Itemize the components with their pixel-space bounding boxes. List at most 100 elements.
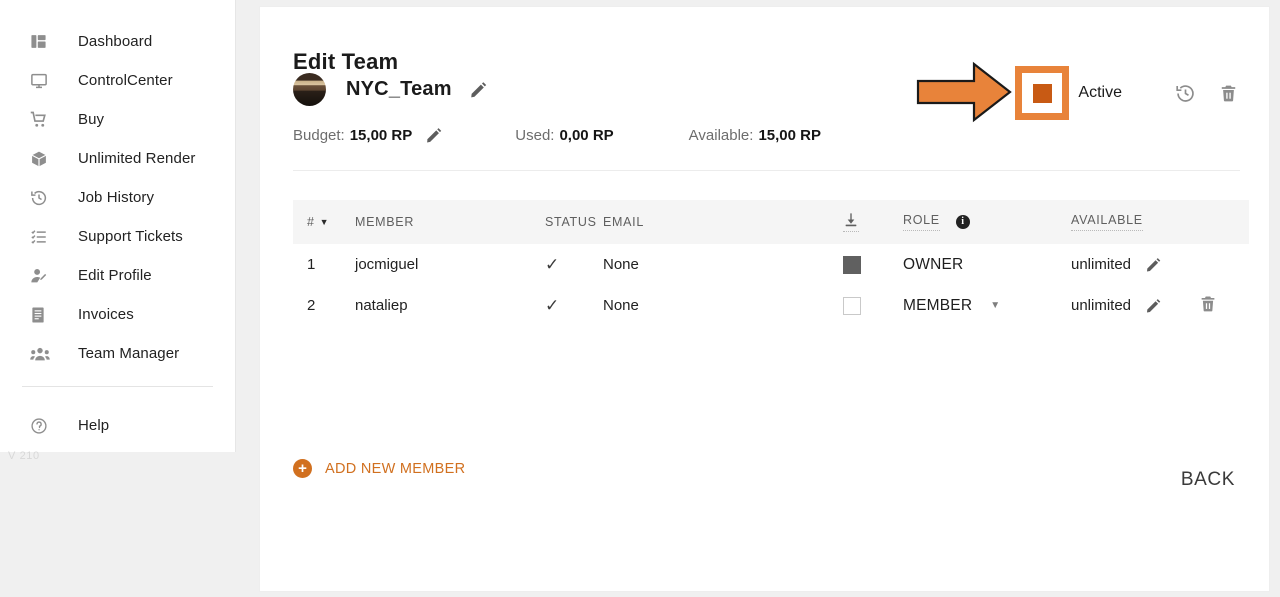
- sidebar-item-label: Dashboard: [78, 33, 153, 50]
- team-identity-row: NYC_Team: [293, 73, 487, 106]
- column-header-role[interactable]: ROLE i: [903, 200, 1071, 244]
- sidebar-item-controlcenter[interactable]: ControlCenter: [0, 61, 235, 100]
- sidebar-nav-list: Dashboard ControlCenter Buy Unlimited Re…: [0, 0, 235, 373]
- sidebar-item-job-history[interactable]: Job History: [0, 178, 235, 217]
- chevron-down-icon[interactable]: ▼: [990, 300, 1000, 311]
- history-icon: [30, 189, 56, 207]
- available-label: Available:: [688, 127, 754, 144]
- edit-budget-pencil-icon[interactable]: [425, 127, 442, 144]
- column-header-download[interactable]: [843, 200, 903, 244]
- row-number: 1: [307, 256, 316, 273]
- used-value: 0,00 RP: [559, 127, 614, 144]
- row-status: ✓: [545, 285, 603, 326]
- available-value: 15,00 RP: [758, 127, 821, 144]
- sidebar-item-help[interactable]: Help: [0, 406, 235, 445]
- role-info-icon[interactable]: i: [956, 214, 971, 229]
- sidebar-item-buy[interactable]: Buy: [0, 100, 235, 139]
- column-header-num-label: #: [307, 215, 315, 229]
- row-role-value: OWNER: [903, 255, 964, 273]
- team-icon: [30, 345, 56, 363]
- column-header-status[interactable]: STATUS: [545, 200, 603, 244]
- row-checkbox[interactable]: [843, 296, 861, 315]
- row-member-name: jocmiguel: [355, 256, 419, 273]
- column-header-status-label: STATUS: [545, 215, 597, 229]
- check-icon: ✓: [545, 295, 560, 315]
- sidebar-item-team-manager[interactable]: Team Manager: [0, 334, 235, 373]
- cart-icon: [30, 111, 56, 129]
- team-active-controls: Active: [1015, 66, 1238, 120]
- plus-icon: +: [293, 459, 312, 478]
- edit-available-pencil-icon[interactable]: [1145, 257, 1161, 273]
- active-checkbox-highlight: [1015, 66, 1070, 120]
- active-label: Active: [1078, 84, 1122, 101]
- team-active-checkbox[interactable]: [1032, 83, 1052, 103]
- sidebar-item-label: Job History: [78, 189, 155, 206]
- row-available-value: unlimited: [1071, 297, 1132, 314]
- edit-team-name-pencil-icon[interactable]: [469, 81, 487, 99]
- column-header-email[interactable]: EMAIL: [603, 200, 843, 244]
- column-header-member[interactable]: MEMBER: [355, 200, 545, 244]
- stat-available: Available: 15,00 RP: [689, 127, 821, 144]
- column-header-num[interactable]: # ▼: [293, 200, 355, 244]
- sidebar-item-label: Unlimited Render: [78, 150, 196, 167]
- question-circle-icon: [30, 417, 56, 435]
- add-new-member-button[interactable]: + ADD NEW MEMBER: [293, 459, 465, 478]
- sidebar-item-label: Invoices: [78, 306, 134, 323]
- budget-stats-row: Budget: 15,00 RP Used: 0,00 RP Available…: [293, 127, 821, 144]
- back-button[interactable]: BACK: [1181, 469, 1235, 491]
- row-select-cell: [843, 244, 903, 285]
- team-name: NYC_Team: [346, 78, 452, 100]
- row-number: 2: [307, 297, 316, 314]
- row-email: None: [603, 256, 639, 273]
- members-table-body: 1 jocmiguel ✓ None OWNER unlimited 2 nat…: [293, 244, 1249, 326]
- sidebar-item-label: Buy: [78, 111, 105, 128]
- team-history-icon[interactable]: [1175, 83, 1196, 104]
- delete-member-trash-icon[interactable]: [1199, 295, 1217, 313]
- column-header-email-label: EMAIL: [603, 215, 645, 229]
- download-icon[interactable]: [843, 212, 859, 232]
- row-email: None: [603, 297, 639, 314]
- table-header-row: # ▼ MEMBER STATUS EMAIL ROLE i AVAILABLE: [293, 200, 1249, 244]
- row-role-cell: OWNER: [903, 244, 1071, 285]
- delete-team-trash-icon[interactable]: [1219, 84, 1238, 103]
- members-table-head: # ▼ MEMBER STATUS EMAIL ROLE i AVAILABLE: [293, 200, 1249, 244]
- column-header-actions: [1199, 200, 1249, 244]
- dashboard-icon: [30, 33, 56, 50]
- sidebar-divider: [22, 386, 213, 387]
- row-role-cell: MEMBER ▼: [903, 285, 1071, 326]
- sidebar-item-unlimited-render[interactable]: Unlimited Render: [0, 139, 235, 178]
- page-title: Edit Team: [293, 48, 399, 74]
- row-status: ✓: [545, 244, 603, 285]
- avatar: [293, 73, 326, 106]
- sidebar-item-support-tickets[interactable]: Support Tickets: [0, 217, 235, 256]
- box-icon: [30, 150, 56, 168]
- sidebar-item-label: Support Tickets: [78, 228, 183, 245]
- sidebar-item-dashboard[interactable]: Dashboard: [0, 22, 235, 61]
- row-member-name: nataliep: [355, 297, 408, 314]
- table-row: 2 nataliep ✓ None MEMBER ▼ unlimited: [293, 285, 1249, 326]
- sidebar-item-invoices[interactable]: Invoices: [0, 295, 235, 334]
- row-available-cell: unlimited: [1071, 285, 1199, 326]
- column-header-available-label: AVAILABLE: [1071, 213, 1143, 231]
- monitor-icon: [30, 72, 56, 90]
- main-panel: Edit Team NYC_Team Budget: 15,00 RP Used…: [259, 6, 1270, 592]
- row-actions-cell: [1199, 244, 1249, 285]
- row-actions-cell: [1199, 285, 1249, 326]
- row-available-cell: unlimited: [1071, 244, 1199, 285]
- column-header-member-label: MEMBER: [355, 215, 415, 229]
- sidebar-item-label: Edit Profile: [78, 267, 152, 284]
- table-row: 1 jocmiguel ✓ None OWNER unlimited: [293, 244, 1249, 285]
- budget-label: Budget:: [293, 127, 345, 144]
- used-label: Used:: [515, 127, 555, 144]
- stat-used: Used: 0,00 RP: [515, 127, 613, 144]
- checklist-icon: [30, 228, 56, 246]
- sidebar-item-label: Help: [78, 417, 110, 434]
- annotation-arrow-icon: [916, 61, 1012, 123]
- check-icon: ✓: [545, 254, 560, 274]
- column-header-available[interactable]: AVAILABLE: [1071, 200, 1199, 244]
- sidebar: Dashboard ControlCenter Buy Unlimited Re…: [0, 0, 236, 452]
- row-checkbox[interactable]: [843, 255, 861, 274]
- app-root: Dashboard ControlCenter Buy Unlimited Re…: [0, 0, 1280, 597]
- sidebar-item-edit-profile[interactable]: Edit Profile: [0, 256, 235, 295]
- edit-available-pencil-icon[interactable]: [1145, 298, 1161, 314]
